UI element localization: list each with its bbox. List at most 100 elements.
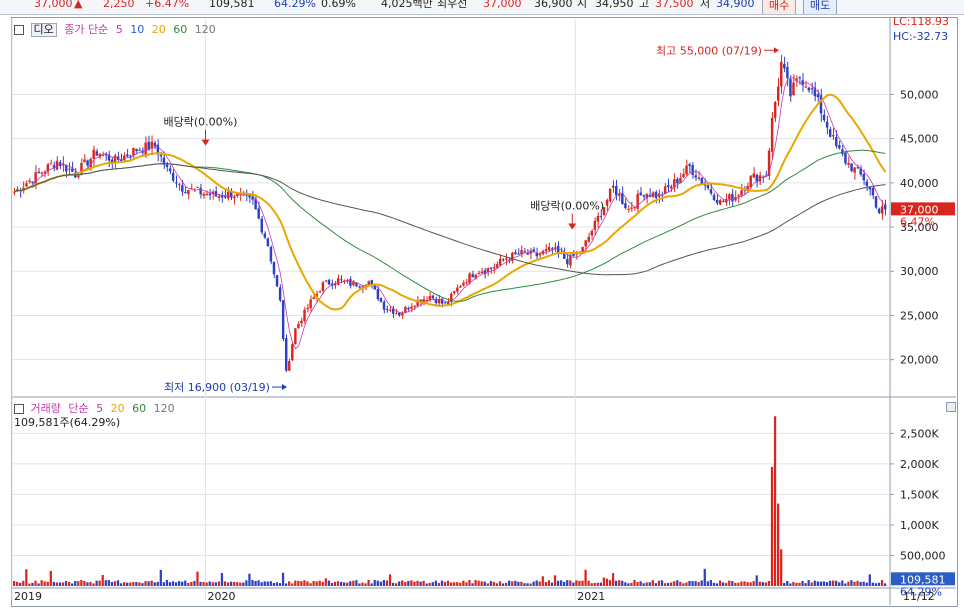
current-pct-label: 6.47% xyxy=(900,215,935,228)
candle-body xyxy=(523,251,526,253)
candle-body xyxy=(501,259,505,261)
candle-body xyxy=(599,216,603,218)
volume-bar xyxy=(841,580,844,586)
volume-legend-ma60: 60 xyxy=(132,402,147,415)
volume-bar xyxy=(171,581,175,586)
volume-bar xyxy=(107,580,110,586)
candle-body xyxy=(618,194,621,197)
volume-bar xyxy=(587,580,590,586)
volume-tick-label: 2,500K xyxy=(900,427,939,440)
volume-bar xyxy=(229,581,233,586)
volume-bar xyxy=(159,569,162,586)
volume-bar xyxy=(602,577,606,586)
volume-bar xyxy=(141,583,144,586)
volume-bar xyxy=(43,581,46,586)
volume-bar xyxy=(517,581,520,586)
price-legend: 디오 종가 단순 5 10 20 60 120 xyxy=(14,21,220,37)
volume-bar xyxy=(529,583,532,586)
volume-bar xyxy=(544,582,547,586)
candle-body xyxy=(284,338,288,371)
volume-bar xyxy=(37,583,40,586)
volume-bar xyxy=(828,580,832,586)
volume-bar xyxy=(150,580,153,586)
candle-body xyxy=(483,270,487,274)
candle-body xyxy=(773,101,777,118)
lc-label: LC:118.93 xyxy=(893,15,949,28)
volume-bar xyxy=(330,583,334,586)
candle-body xyxy=(459,286,462,288)
volume-bar xyxy=(523,583,526,586)
volume-bar xyxy=(208,581,211,586)
volume-bar xyxy=(413,581,416,586)
volume-bar xyxy=(410,580,413,586)
candle-body xyxy=(132,147,135,156)
volume-bar xyxy=(639,581,642,586)
candle-body xyxy=(563,253,566,259)
candle-body xyxy=(480,271,484,274)
volume-bar xyxy=(584,569,587,586)
volume-bar xyxy=(34,580,37,586)
candle-body xyxy=(25,183,28,187)
hc-label: HC:-32.73 xyxy=(893,30,948,43)
volume-bar xyxy=(190,582,193,586)
volume-bar xyxy=(266,581,269,586)
volume-bar xyxy=(13,581,16,586)
volume-bar xyxy=(673,581,676,586)
volume-bar xyxy=(110,582,114,586)
volume-bar xyxy=(178,581,181,586)
candle-body xyxy=(184,192,187,194)
volume-bar xyxy=(123,582,126,586)
candle-body xyxy=(697,177,700,179)
volume-bar xyxy=(627,583,630,586)
candle-body xyxy=(367,281,370,285)
candle-body xyxy=(850,163,853,171)
volume-bar xyxy=(428,582,431,586)
panel-collapse-button[interactable] xyxy=(946,402,956,412)
volume-bar xyxy=(761,582,764,586)
candle-body xyxy=(260,218,263,233)
volume-bar xyxy=(431,582,434,586)
candle-body xyxy=(275,275,279,287)
volume-bar xyxy=(819,581,823,586)
volume-bar xyxy=(648,582,651,586)
volume-bar xyxy=(560,580,563,586)
toggle-button[interactable]: 디오 xyxy=(30,23,57,37)
volume-bar xyxy=(835,580,838,586)
volume-bar xyxy=(257,580,260,586)
volume-bar xyxy=(663,583,667,586)
volume-bar xyxy=(367,579,370,586)
volume-bar xyxy=(880,580,884,586)
candle-body xyxy=(780,61,783,87)
candle-body xyxy=(233,196,236,199)
candle-body xyxy=(199,187,202,195)
volume-grid-icon[interactable] xyxy=(14,404,24,414)
volume-bar xyxy=(715,583,719,586)
candle-body xyxy=(226,191,230,199)
volume-bar xyxy=(352,580,355,586)
high-annotation: 최고 55,000 (07/19) xyxy=(656,44,762,57)
current-volume-pct-label: 64.29% xyxy=(900,585,942,598)
candle-body xyxy=(624,203,627,209)
candle-body xyxy=(456,287,459,292)
volume-bar xyxy=(566,580,569,586)
grid-icon[interactable] xyxy=(14,25,24,35)
volume-bar xyxy=(382,580,386,586)
volume-bar xyxy=(783,582,786,586)
volume-bar xyxy=(786,580,789,586)
volume-bar xyxy=(68,581,71,586)
volume-bar xyxy=(196,571,199,586)
candle-body xyxy=(178,184,181,186)
volume-bar xyxy=(275,582,279,586)
candle-body xyxy=(642,195,645,197)
volume-bar xyxy=(776,503,780,586)
candle-body xyxy=(721,201,725,203)
stock-chart[interactable]: 20,00025,00030,00035,00040,00045,00050,0… xyxy=(0,0,964,611)
volume-bar xyxy=(193,580,196,586)
candle-body xyxy=(835,137,838,147)
volume-bar xyxy=(746,582,749,586)
candle-body xyxy=(437,299,441,304)
volume-bar xyxy=(83,581,86,586)
volume-bar xyxy=(856,580,859,586)
volume-bar xyxy=(101,575,104,586)
volume-bar xyxy=(398,581,401,586)
